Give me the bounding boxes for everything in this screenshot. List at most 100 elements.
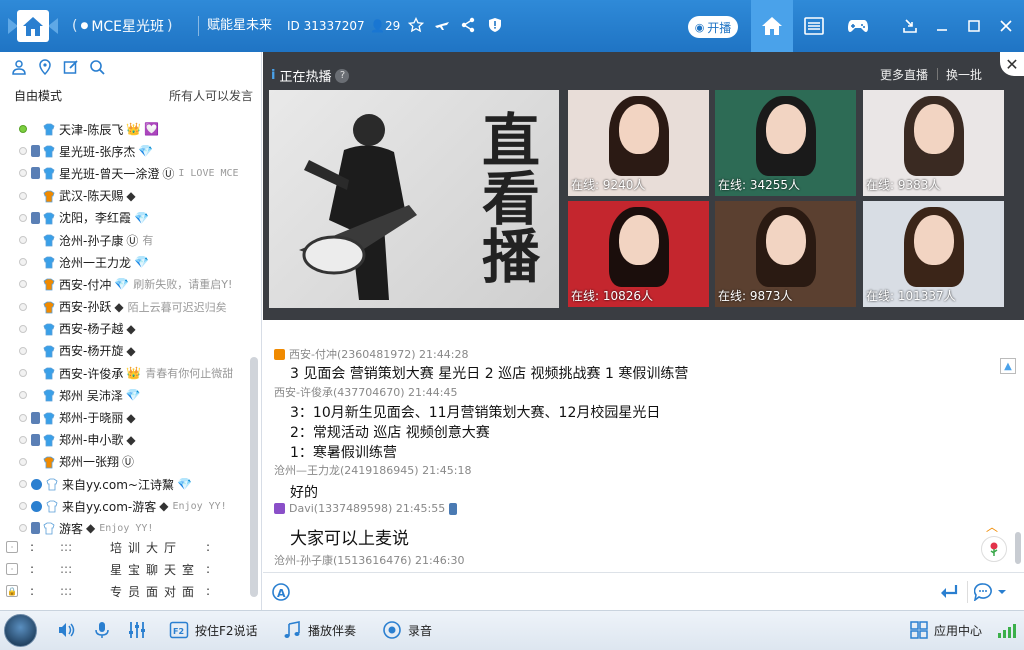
close-button[interactable] (990, 0, 1022, 52)
push-to-talk-button[interactable]: F2 按住F2说话 (169, 619, 258, 641)
member-list-scrollbar[interactable] (250, 357, 258, 597)
game-tab[interactable] (840, 0, 876, 52)
shield-alert-icon[interactable] (486, 16, 504, 34)
minimize-button[interactable] (926, 0, 958, 52)
list-item[interactable]: 西安-许俊承 👑 青春有你何止微甜 (0, 362, 250, 384)
featured-live-thumbnail[interactable]: 直看播 (269, 90, 559, 308)
member-panel: 自由模式 所有人可以发言 天津-陈辰飞 👑 💟 星光班-张序杰 💎 星光班-曾天一涂澄 Ⓤ I… (0, 52, 262, 610)
live-thumbnail[interactable]: 在线: 9873人 (715, 201, 856, 307)
app-center-button[interactable]: 应用中心 (910, 619, 982, 641)
chat-scrollbar[interactable] (1015, 532, 1021, 564)
audio-settings-button[interactable] (127, 619, 147, 641)
speaker-button[interactable] (56, 619, 76, 641)
help-icon[interactable]: ? (335, 68, 350, 83)
quick-phrase-icon[interactable] (974, 583, 1010, 601)
expand-toggle-icon[interactable]: · (6, 541, 18, 553)
room-name: 专员面对面 (110, 584, 201, 599)
level-badge-icon: 💎 (125, 388, 141, 403)
more-live-link[interactable]: 更多直播 (880, 66, 928, 83)
maximize-button[interactable] (958, 0, 990, 52)
list-item[interactable]: 郑州-申小歌 ◆ (0, 429, 250, 451)
list-item[interactable]: 武汉-陈天赐 ◆ (0, 185, 250, 207)
edit-icon[interactable] (62, 58, 80, 76)
room-prefix: : (30, 562, 35, 576)
list-item[interactable]: 来自yy.com~江诗黧 💎 (0, 473, 250, 495)
search-icon[interactable] (88, 58, 106, 76)
list-item[interactable]: 郑州 吴沛泽 💎 (0, 384, 250, 406)
flower-gift-button[interactable] (981, 536, 1007, 562)
chat-message-text: 1：寒暑假训练营 (290, 445, 397, 461)
share-icon[interactable] (459, 16, 477, 34)
rank-shirt-icon (42, 255, 56, 269)
list-item[interactable]: 来自yy.com-游客 ◆ Enjoy YY! (0, 495, 250, 517)
phone-icon (31, 411, 40, 424)
live-thumbnail[interactable]: 在线: 10826人 (568, 201, 709, 307)
chevron-up-icon[interactable]: ︿ (986, 518, 998, 535)
hot-divider (937, 68, 938, 80)
send-enter-icon[interactable] (938, 583, 960, 601)
minimize-to-tray-button[interactable] (894, 0, 926, 52)
yy-icon (31, 478, 42, 490)
list-item[interactable]: 沧州一王力龙 💎 (0, 251, 250, 273)
home-tab[interactable] (751, 0, 793, 52)
microphone-icon (95, 622, 109, 638)
rank-shirt-icon (42, 189, 56, 203)
channel-id: ID 31337207 (287, 19, 365, 33)
refresh-batch-link[interactable]: 换一批 (946, 66, 982, 83)
sub-channel-item[interactable]: 🔒:::: 专员面对面: (6, 580, 246, 602)
level-badge-icon: 👑 (126, 366, 142, 381)
member-name: 郑州-申小歌 (59, 433, 124, 448)
avatar[interactable] (4, 614, 37, 647)
live-thumbnail[interactable]: 在线: 9240人 (568, 90, 709, 196)
member-name: 沧州-孙子康 (59, 233, 124, 248)
chat-message-text: 大家可以上麦说 (290, 529, 409, 549)
member-list: 天津-陈辰飞 👑 💟 星光班-张序杰 💎 星光班-曾天一涂澄 Ⓤ I LOVE MCE 武汉-陈… (0, 118, 250, 540)
list-tab[interactable] (796, 0, 832, 52)
level-badge-icon: Ⓤ (126, 233, 139, 248)
live-thumbnail[interactable]: 在线: 9383人 (863, 90, 1004, 196)
scroll-top-icon[interactable]: ▲ (1000, 358, 1016, 374)
list-item[interactable]: 星光班-曾天一涂澄 Ⓤ I LOVE MCE (0, 162, 250, 184)
list-item[interactable]: 郑州-于晓丽 ◆ (0, 406, 250, 428)
yy-home-logo[interactable] (4, 4, 62, 48)
status-dot-icon (19, 236, 27, 245)
member-name: 西安-许俊承 (59, 366, 124, 381)
microphone-button[interactable] (92, 619, 112, 641)
list-item[interactable]: 郑州一张翔 Ⓤ (0, 451, 250, 473)
close-hot-panel-icon[interactable]: ✕ (1000, 52, 1024, 76)
plane-icon[interactable] (433, 16, 451, 34)
live-thumbnail[interactable]: 在线: 101337人 (863, 201, 1004, 307)
home-icon (762, 17, 782, 35)
chat-message-text: 3 见面会 营销策划大赛 星光日 2 巡店 视频挑战赛 1 寒假训练营 (290, 366, 689, 382)
location-icon[interactable] (36, 58, 54, 76)
maximize-icon (968, 20, 980, 32)
member-name: 来自yy.com~江诗黧 (62, 477, 174, 492)
list-item[interactable]: 西安-孙跃 ◆ 陌上云暮可迟迟归矣 (0, 296, 250, 318)
list-item[interactable]: 星光班-张序杰 💎 (0, 140, 250, 162)
text-format-icon[interactable]: A (271, 582, 291, 602)
chat-mode-label[interactable]: 自由模式 (14, 87, 62, 104)
member-name: 武汉-陈天赐 (59, 189, 124, 204)
star-icon[interactable] (407, 16, 425, 34)
sub-channel-item[interactable]: ·:::: 培训大厅: (6, 536, 246, 558)
list-item[interactable]: 沧州-孙子康 Ⓤ 有 (0, 229, 250, 251)
live-thumbnail[interactable]: 在线: 34255人 (715, 90, 856, 196)
start-broadcast-button[interactable]: ◉ 开播 (688, 16, 738, 38)
play-accompaniment-button[interactable]: 播放伴奏 (282, 619, 356, 641)
level-badge-icon: ◆ (126, 188, 136, 203)
list-item[interactable]: 沈阳，李红霞 💎 (0, 207, 250, 229)
channel-dot-icon: ● (80, 21, 89, 31)
expand-toggle-icon[interactable]: 🔒 (6, 585, 18, 597)
expand-toggle-icon[interactable]: · (6, 563, 18, 575)
list-item[interactable]: 天津-陈辰飞 👑 💟 (0, 118, 250, 140)
list-item[interactable]: 西安-杨子越 ◆ (0, 318, 250, 340)
message-input-bar[interactable]: A (263, 572, 1024, 610)
person-filter-icon[interactable] (10, 58, 28, 76)
record-button[interactable]: 录音 (382, 619, 432, 641)
list-item[interactable]: 西安-杨开旋 ◆ (0, 340, 250, 362)
sub-channel-item[interactable]: ·:::: 星宝聊天室: (6, 558, 246, 580)
list-item[interactable]: 西安-付冲 💎 刷新失败，请重启Y! (0, 273, 250, 295)
status-dot-icon (19, 258, 27, 267)
